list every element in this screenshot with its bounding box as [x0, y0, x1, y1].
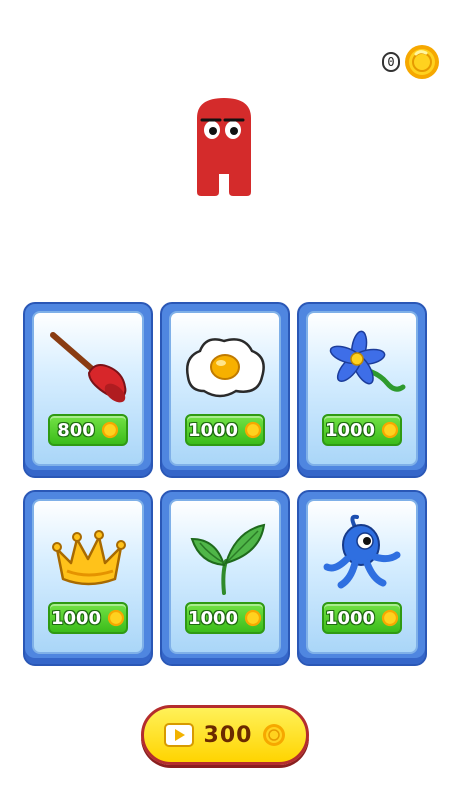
crown-icon — [52, 530, 126, 586]
shop-item-plunger[interactable]: 800 — [23, 302, 153, 478]
coin-count: 0 — [382, 52, 400, 72]
watch-video-reward-button[interactable]: 300 — [141, 705, 309, 765]
price-label: 1000 — [187, 419, 239, 441]
character-avatar — [197, 98, 251, 196]
price-label: 1000 — [187, 607, 239, 629]
plunger-icon — [50, 332, 127, 403]
buy-plunger-button[interactable]: 800 — [48, 414, 128, 446]
fried-egg-icon — [186, 338, 265, 398]
shop-item-blue-octopus[interactable]: 1000 — [297, 490, 427, 666]
coin-icon — [405, 45, 439, 79]
price-label: 1000 — [324, 419, 376, 441]
coin-icon — [263, 724, 286, 746]
shop-item-crown[interactable]: 1000 — [23, 490, 153, 666]
blue-flower-icon — [329, 330, 406, 392]
blue-octopus-icon — [323, 514, 401, 589]
buy-blue-flower-button[interactable]: 1000 — [322, 414, 402, 446]
coin-icon — [381, 421, 399, 439]
buy-crown-button[interactable]: 1000 — [48, 602, 128, 634]
buy-sprout-button[interactable]: 1000 — [185, 602, 265, 634]
buy-fried-egg-button[interactable]: 1000 — [185, 414, 265, 446]
coin-icon — [244, 609, 262, 627]
price-label: 800 — [57, 419, 95, 441]
coin-icon — [381, 609, 399, 627]
coin-icon — [101, 421, 118, 439]
coin-icon — [107, 609, 125, 627]
play-video-icon — [163, 723, 194, 747]
shop-item-sprout[interactable]: 1000 — [160, 490, 290, 666]
buy-blue-octopus-button[interactable]: 1000 — [322, 602, 402, 634]
price-label: 1000 — [50, 607, 102, 629]
price-label: 1000 — [324, 607, 376, 629]
shop-item-fried-egg[interactable]: 1000 — [160, 302, 290, 478]
shop-item-blue-flower[interactable]: 1000 — [297, 302, 427, 478]
reward-amount: 300 — [203, 722, 253, 748]
coin-icon — [244, 421, 262, 439]
sprout-icon — [190, 523, 266, 595]
coin-counter: 0 — [380, 44, 442, 80]
